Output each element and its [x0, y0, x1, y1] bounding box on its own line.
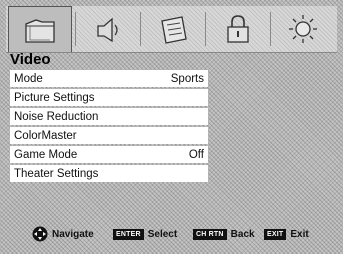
tab-lock[interactable]	[206, 6, 270, 52]
tab-settings[interactable]	[271, 6, 335, 52]
menu-item-label: Game Mode	[14, 148, 78, 161]
tab-picture[interactable]	[8, 6, 72, 52]
menu-item-game-mode[interactable]: Game Mode Off	[10, 146, 208, 163]
help-bar: Navigate ENTER Select CH RTN Back EXIT E…	[0, 224, 343, 244]
menu-tab-bar	[6, 6, 337, 53]
dpad-icon	[32, 226, 48, 242]
menu-item-value: Off	[188, 148, 204, 161]
menu-item-label: Noise Reduction	[14, 110, 99, 123]
help-select: ENTER Select	[113, 224, 177, 244]
tab-setup[interactable]	[141, 6, 205, 52]
help-navigate-label: Navigate	[52, 228, 94, 240]
enter-key-icon: ENTER	[113, 228, 144, 240]
lock-icon	[227, 15, 249, 43]
audio-speaker-icon	[97, 17, 118, 43]
video-menu-list: Mode Sports Picture Settings Noise Reduc…	[10, 70, 208, 184]
help-back: CH RTN Back	[193, 224, 255, 244]
menu-item-mode[interactable]: Mode Sports	[10, 70, 208, 87]
menu-item-colormaster[interactable]: ColorMaster	[10, 127, 208, 144]
menu-item-theater-settings[interactable]: Theater Settings	[10, 165, 208, 182]
help-select-label: Select	[147, 228, 178, 240]
help-exit-label: Exit	[290, 228, 309, 240]
menu-item-label: ColorMaster	[14, 129, 77, 142]
menu-item-noise-reduction[interactable]: Noise Reduction	[10, 108, 208, 125]
tv-menu-screen: Video Mode Sports Picture Settings Noise…	[0, 0, 343, 254]
menu-title: Video	[10, 51, 51, 68]
settings-sun-icon	[289, 15, 317, 43]
exit-key-icon: EXIT	[264, 228, 287, 240]
help-navigate: Navigate	[32, 224, 94, 244]
menu-item-label: Picture Settings	[14, 91, 95, 104]
help-back-label: Back	[230, 228, 255, 240]
help-exit: EXIT Exit	[264, 224, 309, 244]
menu-item-label: Theater Settings	[14, 167, 99, 180]
setup-list-icon	[161, 16, 187, 44]
menu-item-label: Mode	[14, 72, 43, 85]
picture-folder-icon	[25, 18, 55, 43]
menu-item-picture-settings[interactable]: Picture Settings	[10, 89, 208, 106]
tab-audio[interactable]	[76, 6, 140, 52]
ch-rtn-key-icon: CH RTN	[193, 228, 227, 240]
menu-item-value: Sports	[170, 72, 204, 85]
